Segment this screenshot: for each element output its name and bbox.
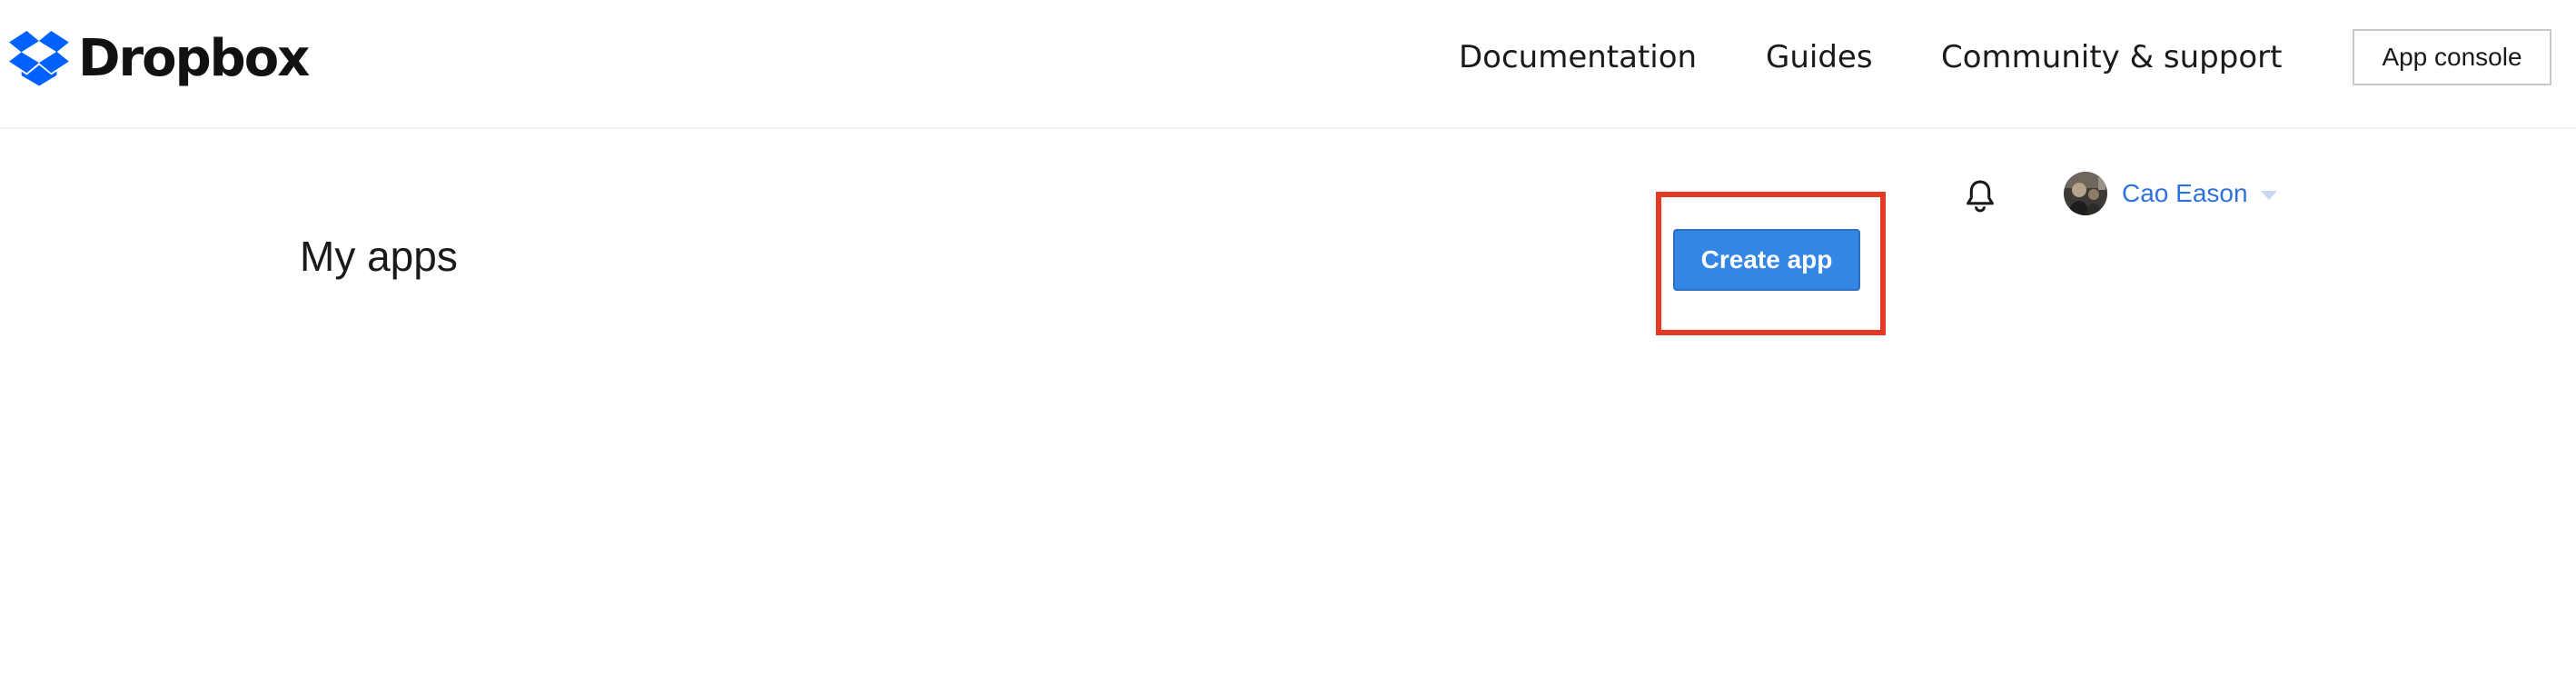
brand-name: Dropbox xyxy=(78,29,310,88)
nav-documentation[interactable]: Documentation xyxy=(1459,35,1697,80)
top-header: Dropbox Documentation Guides Community &… xyxy=(0,0,2576,129)
nav-guides[interactable]: Guides xyxy=(1766,35,1873,80)
app-console-button[interactable]: App console xyxy=(2353,29,2551,85)
user-name: Cao Eason xyxy=(2122,179,2248,207)
page-title: My apps xyxy=(300,233,458,280)
avatar xyxy=(2064,172,2107,215)
account-menu[interactable]: Cao Eason xyxy=(2064,171,2277,216)
user-avatar-icon xyxy=(2064,172,2107,215)
nav-community-support[interactable]: Community & support xyxy=(1941,35,2282,80)
bell-icon xyxy=(1967,180,1994,213)
create-app-button[interactable]: Create app xyxy=(1673,229,1860,291)
app-console-page: Dropbox Documentation Guides Community &… xyxy=(0,0,2576,687)
dropbox-logo-icon xyxy=(9,31,69,86)
dropbox-logo[interactable]: Dropbox xyxy=(9,29,310,88)
notifications-button[interactable] xyxy=(1962,178,1998,216)
chevron-down-icon xyxy=(2260,191,2277,200)
